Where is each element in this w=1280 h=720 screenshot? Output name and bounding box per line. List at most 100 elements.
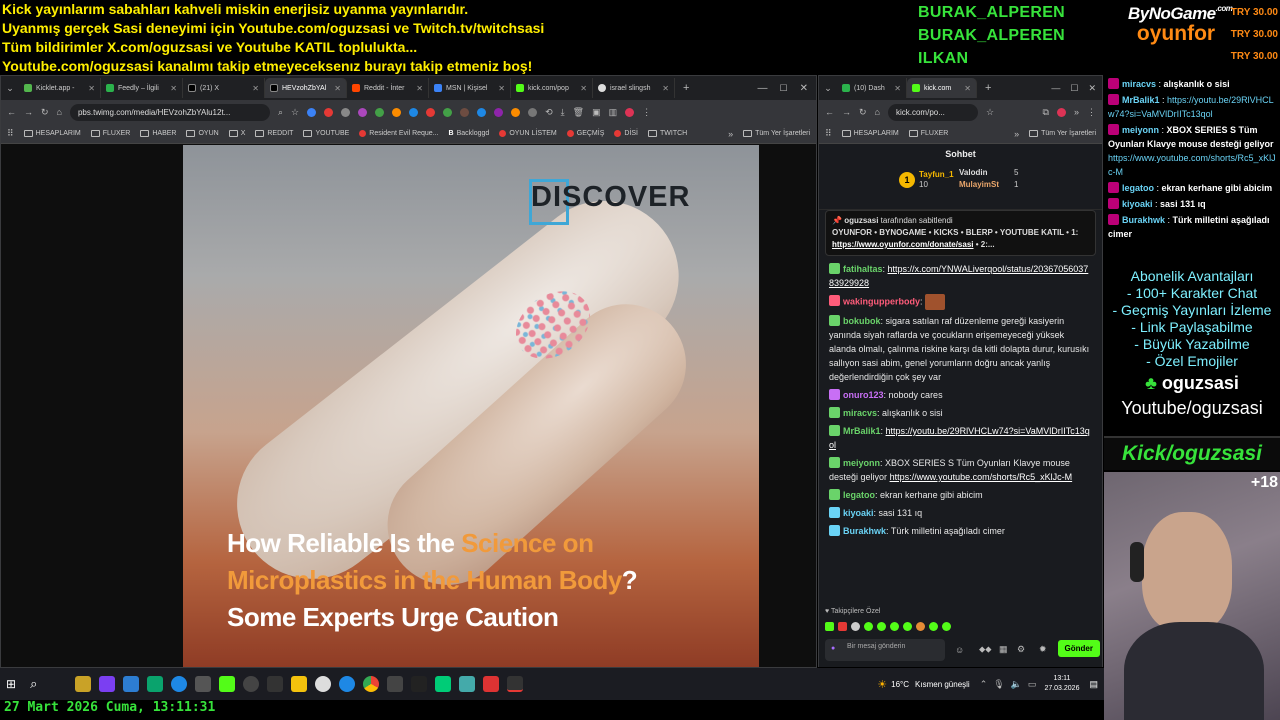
emote-icon[interactable] xyxy=(942,622,951,631)
extension-icon[interactable] xyxy=(528,107,538,117)
browser-tab-active[interactable]: kick.com ✕ xyxy=(907,78,977,98)
bookmark-folder[interactable]: FLUXER xyxy=(90,130,130,137)
menu-icon[interactable]: ⋮ xyxy=(1087,107,1096,118)
chat-username[interactable]: bokubok xyxy=(843,316,881,326)
bookmark-link[interactable]: Resident Evil Reque... xyxy=(359,130,439,137)
trash-icon[interactable]: 🗑 xyxy=(573,107,584,118)
chat-username[interactable]: miracvs xyxy=(843,408,877,418)
emote-icon[interactable] xyxy=(929,622,938,631)
onenote-icon[interactable] xyxy=(99,676,116,692)
pinned-message[interactable]: 📌 oguzsasi tarafından sabitlendi OYUNFOR… xyxy=(825,210,1096,256)
extension-icon[interactable] xyxy=(409,107,419,117)
maximize-icon[interactable]: ☐ xyxy=(780,83,788,94)
close-icon[interactable]: ✕ xyxy=(498,84,505,93)
clock[interactable]: 13:11 27.03.2026 xyxy=(1044,674,1079,694)
extensions-icon[interactable]: ⧉ xyxy=(1043,107,1049,118)
chat-link[interactable]: https://www.youtube.com/shorts/Rc5_xKlJc… xyxy=(890,472,1073,482)
emote-icon[interactable] xyxy=(903,622,912,631)
vivaldi-icon[interactable] xyxy=(483,676,500,692)
apps-icon[interactable]: ⠿ xyxy=(825,128,832,139)
extension-icon[interactable] xyxy=(443,107,453,117)
extension-icon[interactable] xyxy=(324,107,334,117)
window-close-icon[interactable]: ✕ xyxy=(800,83,808,94)
close-icon[interactable]: ✕ xyxy=(170,84,177,93)
screenshot-icon[interactable]: ▣ xyxy=(592,107,601,118)
emote-icon[interactable] xyxy=(877,622,886,631)
window-close-icon[interactable]: ✕ xyxy=(1088,83,1096,94)
bookmark-folder[interactable]: X xyxy=(228,130,245,137)
camera-icon[interactable] xyxy=(195,676,212,692)
reload-icon[interactable]: ↻ xyxy=(859,107,867,118)
mic-icon[interactable]: ● xyxy=(831,644,835,653)
app-icon[interactable] xyxy=(339,676,356,692)
close-icon[interactable]: ✕ xyxy=(334,84,341,93)
app-icon[interactable] xyxy=(243,676,260,692)
all-bookmarks[interactable]: Tüm Yer İşaretleri xyxy=(743,130,810,137)
bookmark-link[interactable]: OYUN LİSTEM xyxy=(499,130,557,137)
search-icon[interactable]: ⌕ xyxy=(278,107,283,118)
chat-username[interactable]: meiyonn xyxy=(843,458,880,468)
apps-icon[interactable]: ⠿ xyxy=(7,128,14,139)
forward-icon[interactable]: → xyxy=(842,107,851,117)
browser-tab[interactable]: Kicklet.app - ✕ xyxy=(19,78,101,98)
bookmark-folder[interactable]: OYUN xyxy=(186,130,219,137)
history-icon[interactable]: ⟲ xyxy=(545,107,553,118)
close-icon[interactable]: ✕ xyxy=(416,84,423,93)
extension-icon[interactable] xyxy=(477,107,487,117)
new-tab-icon[interactable]: + xyxy=(985,82,991,94)
star-icon[interactable]: ☆ xyxy=(986,107,994,118)
bookmark-folder[interactable]: HABER xyxy=(140,130,176,137)
sidebar-icon[interactable]: ▥ xyxy=(609,107,618,118)
chat-username[interactable]: onuro123 xyxy=(843,390,884,400)
extension-icon[interactable] xyxy=(511,107,521,117)
address-bar[interactable]: kick.com/po... xyxy=(887,103,978,121)
minimize-icon[interactable]: — xyxy=(758,83,768,94)
gift-icon[interactable]: ⬥⬥ xyxy=(979,644,992,655)
extension-icon[interactable] xyxy=(426,107,436,117)
chevron-right-icon[interactable]: » xyxy=(1074,107,1079,117)
profile-avatar[interactable] xyxy=(625,107,635,117)
bookmark-link[interactable]: GEÇMİŞ xyxy=(566,130,604,137)
tab-list-icon[interactable]: ⌄ xyxy=(1,83,19,94)
browser-tab[interactable]: Feedly – İlgili ✕ xyxy=(101,78,183,98)
chevron-right-icon[interactable]: » xyxy=(1014,129,1019,139)
star-icon[interactable]: ☆ xyxy=(291,107,299,118)
app-icon[interactable] xyxy=(435,676,452,692)
mic-icon[interactable]: 🎙 xyxy=(993,679,1004,690)
bookmark-folder[interactable]: HESAPLARIM xyxy=(23,130,81,137)
notification-icon[interactable]: ▤ xyxy=(1089,679,1098,690)
extension-icon[interactable] xyxy=(358,107,368,117)
close-icon[interactable]: ✕ xyxy=(580,84,587,93)
bookmark-link[interactable]: B Backloggd xyxy=(449,130,490,137)
close-icon[interactable]: ✕ xyxy=(252,84,259,93)
start-icon[interactable]: ⊞ xyxy=(6,677,16,691)
bookmark-folder[interactable]: REDDIT xyxy=(255,130,293,137)
search-icon[interactable]: ⌕ xyxy=(30,676,37,692)
app-icon[interactable] xyxy=(315,676,332,692)
new-tab-icon[interactable]: + xyxy=(683,82,689,94)
extension-icon[interactable] xyxy=(392,107,402,117)
home-icon[interactable]: ⌂ xyxy=(57,107,62,117)
chat-input[interactable]: ● Bir mesaj gönderin xyxy=(825,639,945,661)
app-icon[interactable] xyxy=(507,676,524,692)
app-icon[interactable] xyxy=(411,676,428,692)
browser-tab[interactable]: (10) Dash ✕ xyxy=(837,78,907,98)
app-icon[interactable] xyxy=(123,676,140,692)
emote-icon[interactable] xyxy=(851,622,860,631)
close-icon[interactable]: ✕ xyxy=(662,84,669,93)
browser-tab-active[interactable]: HEVzohZbYAl ✕ xyxy=(265,78,347,98)
download-icon[interactable]: ⤓ xyxy=(561,107,565,118)
app-icon[interactable] xyxy=(51,676,67,692)
chat-username[interactable]: MrBalik1 xyxy=(843,426,881,436)
emoji-icon[interactable]: ☺ xyxy=(955,645,964,655)
browser-tab[interactable]: israel slingsh ✕ xyxy=(593,78,675,98)
app-icon[interactable] xyxy=(459,676,476,692)
app-icon[interactable] xyxy=(219,676,236,692)
chevron-right-icon[interactable]: » xyxy=(728,129,733,139)
store-icon[interactable]: ▦ xyxy=(999,644,1008,655)
emote-icon[interactable] xyxy=(890,622,899,631)
browser-tab[interactable]: MSN | Kişisel ✕ xyxy=(429,78,511,98)
chevron-up-icon[interactable]: ⌃ xyxy=(980,679,988,690)
menu-icon[interactable]: ⋮ xyxy=(642,107,651,118)
address-bar[interactable]: pbs.twimg.com/media/HEVzohZbYAlu12t... xyxy=(69,103,270,121)
